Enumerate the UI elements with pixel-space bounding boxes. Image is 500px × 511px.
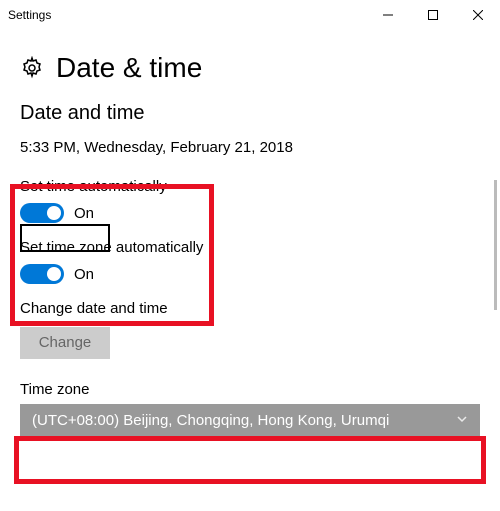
close-button[interactable] <box>455 0 500 30</box>
setting-auto-timezone: Set time zone automatically On <box>20 239 480 284</box>
annotation-highlight <box>14 436 486 484</box>
scroll-thumb[interactable] <box>494 180 497 310</box>
window-title: Settings <box>8 8 365 22</box>
auto-time-label: Set time automatically <box>20 178 480 195</box>
gear-icon <box>20 56 44 80</box>
auto-time-state: On <box>74 205 94 222</box>
page-title: Date & time <box>56 52 202 84</box>
section-title: Date and time <box>20 102 480 125</box>
current-datetime: 5:33 PM, Wednesday, February 21, 2018 <box>20 139 480 156</box>
titlebar: Settings <box>0 0 500 30</box>
auto-time-toggle-row: On <box>20 203 480 223</box>
auto-tz-toggle-row: On <box>20 264 480 284</box>
toggle-knob <box>47 267 61 281</box>
timezone-selected: (UTC+08:00) Beijing, Chongqing, Hong Kon… <box>32 412 389 429</box>
scrollbar[interactable] <box>484 30 500 511</box>
minimize-button[interactable] <box>365 0 410 30</box>
auto-time-toggle[interactable] <box>20 203 64 223</box>
timezone-label: Time zone <box>20 381 480 398</box>
auto-tz-toggle[interactable] <box>20 264 64 284</box>
window-controls <box>365 0 500 30</box>
maximize-button[interactable] <box>410 0 455 30</box>
page-header: Date & time <box>20 52 480 84</box>
chevron-down-icon <box>456 412 468 429</box>
change-button[interactable]: Change <box>20 327 110 359</box>
change-datetime-label: Change date and time <box>20 300 480 317</box>
auto-tz-label: Set time zone automatically <box>20 239 480 256</box>
auto-tz-state: On <box>74 266 94 283</box>
content-area: Date & time Date and time 5:33 PM, Wedne… <box>0 52 500 436</box>
toggle-knob <box>47 206 61 220</box>
setting-auto-time: Set time automatically On <box>20 178 480 223</box>
timezone-dropdown[interactable]: (UTC+08:00) Beijing, Chongqing, Hong Kon… <box>20 404 480 436</box>
